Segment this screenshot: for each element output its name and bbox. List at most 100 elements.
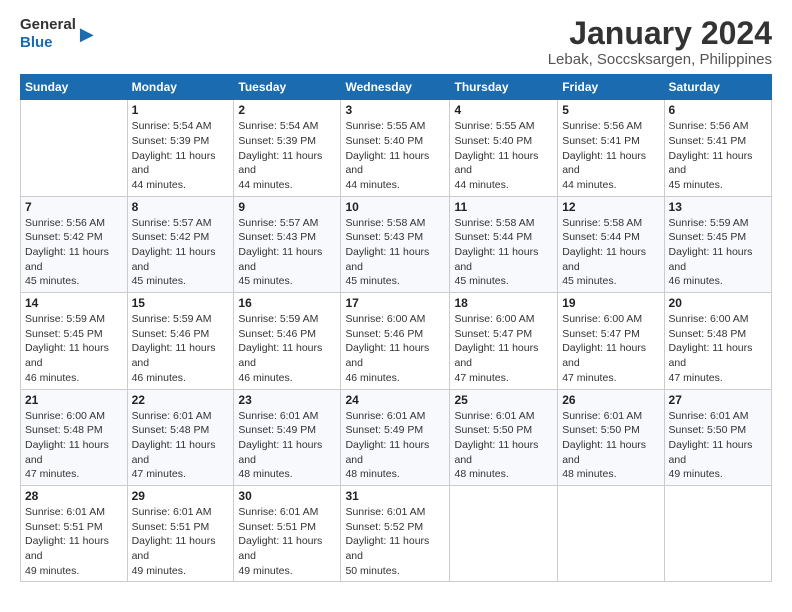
day-number: 24 (345, 393, 445, 407)
day-info: Sunrise: 6:01 AMSunset: 5:50 PMDaylight:… (562, 409, 659, 482)
calendar-cell: 6 Sunrise: 5:56 AMSunset: 5:41 PMDaylight… (664, 100, 771, 196)
day-number: 13 (669, 200, 767, 214)
day-info: Sunrise: 5:59 AMSunset: 5:45 PMDaylight:… (25, 312, 123, 385)
logo: General Blue ▶ (20, 16, 94, 52)
calendar-week-4: 21Sunrise: 6:00 AMSunset: 5:48 PMDayligh… (21, 389, 772, 485)
day-number: 18 (454, 296, 553, 310)
day-number: 7 (25, 200, 123, 214)
day-number: 8 (132, 200, 230, 214)
day-number: 22 (132, 393, 230, 407)
day-number: 3 (345, 103, 445, 117)
day-number: 9 (238, 200, 336, 214)
day-info: Sunrise: 5:56 AMSunset: 5:41 PMDaylight:… (562, 119, 659, 192)
calendar-cell: 31 Sunrise: 6:01 AMSunset: 5:52 PMDayligh… (341, 485, 450, 581)
calendar-cell: 2 Sunrise: 5:54 AMSunset: 5:39 PMDaylight… (234, 100, 341, 196)
calendar-cell: 18 Sunrise: 6:00 AMSunset: 5:47 PMDayligh… (450, 293, 558, 389)
calendar-cell (558, 485, 664, 581)
day-number: 14 (25, 296, 123, 310)
day-info: Sunrise: 6:01 AMSunset: 5:49 PMDaylight:… (238, 409, 336, 482)
calendar-cell: 7 Sunrise: 5:56 AMSunset: 5:42 PMDaylight… (21, 196, 128, 292)
day-number: 5 (562, 103, 659, 117)
day-info: Sunrise: 5:55 AMSunset: 5:40 PMDaylight:… (345, 119, 445, 192)
calendar-table: SundayMondayTuesdayWednesdayThursdayFrid… (20, 74, 772, 582)
title-section: January 2024 Lebak, Soccsksargen, Philip… (548, 16, 772, 68)
day-info: Sunrise: 5:59 AMSunset: 5:45 PMDaylight:… (669, 216, 767, 289)
day-info: Sunrise: 6:01 AMSunset: 5:52 PMDaylight:… (345, 505, 445, 578)
page-title: January 2024 (548, 16, 772, 51)
calendar-cell: 26 Sunrise: 6:01 AMSunset: 5:50 PMDayligh… (558, 389, 664, 485)
day-number: 2 (238, 103, 336, 117)
calendar-cell: 4 Sunrise: 5:55 AMSunset: 5:40 PMDaylight… (450, 100, 558, 196)
calendar-cell (664, 485, 771, 581)
day-number: 15 (132, 296, 230, 310)
day-info: Sunrise: 5:56 AMSunset: 5:41 PMDaylight:… (669, 119, 767, 192)
day-info: Sunrise: 6:01 AMSunset: 5:51 PMDaylight:… (25, 505, 123, 578)
day-number: 30 (238, 489, 336, 503)
header-monday: Monday (127, 75, 234, 100)
calendar-cell: 1 Sunrise: 5:54 AMSunset: 5:39 PMDaylight… (127, 100, 234, 196)
day-info: Sunrise: 6:01 AMSunset: 5:50 PMDaylight:… (669, 409, 767, 482)
calendar-cell: 13 Sunrise: 5:59 AMSunset: 5:45 PMDayligh… (664, 196, 771, 292)
day-info: Sunrise: 6:01 AMSunset: 5:49 PMDaylight:… (345, 409, 445, 482)
calendar-week-3: 14 Sunrise: 5:59 AMSunset: 5:45 PMDayligh… (21, 293, 772, 389)
day-info: Sunrise: 5:58 AMSunset: 5:43 PMDaylight:… (345, 216, 445, 289)
calendar-week-5: 28Sunrise: 6:01 AMSunset: 5:51 PMDayligh… (21, 485, 772, 581)
calendar-cell: 3 Sunrise: 5:55 AMSunset: 5:40 PMDaylight… (341, 100, 450, 196)
calendar-cell: 5 Sunrise: 5:56 AMSunset: 5:41 PMDaylight… (558, 100, 664, 196)
calendar-page: General Blue ▶ January 2024 Lebak, Soccs… (0, 0, 792, 612)
calendar-cell: 22 Sunrise: 6:01 AMSunset: 5:48 PMDayligh… (127, 389, 234, 485)
day-info: Sunrise: 5:56 AMSunset: 5:42 PMDaylight:… (25, 216, 123, 289)
day-number: 23 (238, 393, 336, 407)
calendar-cell: 16 Sunrise: 5:59 AMSunset: 5:46 PMDayligh… (234, 293, 341, 389)
day-number: 16 (238, 296, 336, 310)
day-info: Sunrise: 5:55 AMSunset: 5:40 PMDaylight:… (454, 119, 553, 192)
day-number: 12 (562, 200, 659, 214)
calendar-cell: 25 Sunrise: 6:01 AMSunset: 5:50 PMDayligh… (450, 389, 558, 485)
day-number: 26 (562, 393, 659, 407)
calendar-cell: 30 Sunrise: 6:01 AMSunset: 5:51 PMDayligh… (234, 485, 341, 581)
day-info: Sunrise: 6:01 AMSunset: 5:51 PMDaylight:… (132, 505, 230, 578)
day-number: 29 (132, 489, 230, 503)
day-number: 31 (345, 489, 445, 503)
day-info: Sunrise: 6:00 AMSunset: 5:47 PMDaylight:… (562, 312, 659, 385)
day-number: 25 (454, 393, 553, 407)
calendar-cell: 28Sunrise: 6:01 AMSunset: 5:51 PMDayligh… (21, 485, 128, 581)
day-info: Sunrise: 5:57 AMSunset: 5:43 PMDaylight:… (238, 216, 336, 289)
logo-general: General (20, 16, 76, 33)
day-info: Sunrise: 6:00 AMSunset: 5:48 PMDaylight:… (669, 312, 767, 385)
day-info: Sunrise: 5:54 AMSunset: 5:39 PMDaylight:… (238, 119, 336, 192)
header-friday: Friday (558, 75, 664, 100)
day-info: Sunrise: 5:59 AMSunset: 5:46 PMDaylight:… (238, 312, 336, 385)
calendar-cell: 10 Sunrise: 5:58 AMSunset: 5:43 PMDayligh… (341, 196, 450, 292)
day-info: Sunrise: 6:00 AMSunset: 5:46 PMDaylight:… (345, 312, 445, 385)
header-sunday: Sunday (21, 75, 128, 100)
day-number: 1 (132, 103, 230, 117)
day-info: Sunrise: 6:01 AMSunset: 5:48 PMDaylight:… (132, 409, 230, 482)
logo-blue: Blue (20, 34, 53, 51)
calendar-cell: 14 Sunrise: 5:59 AMSunset: 5:45 PMDayligh… (21, 293, 128, 389)
calendar-week-1: 1 Sunrise: 5:54 AMSunset: 5:39 PMDaylight… (21, 100, 772, 196)
day-number: 17 (345, 296, 445, 310)
day-number: 4 (454, 103, 553, 117)
calendar-cell: 24 Sunrise: 6:01 AMSunset: 5:49 PMDayligh… (341, 389, 450, 485)
day-info: Sunrise: 5:58 AMSunset: 5:44 PMDaylight:… (454, 216, 553, 289)
calendar-cell (450, 485, 558, 581)
day-number: 10 (345, 200, 445, 214)
header: General Blue ▶ January 2024 Lebak, Soccs… (20, 16, 772, 68)
day-info: Sunrise: 6:01 AMSunset: 5:50 PMDaylight:… (454, 409, 553, 482)
header-tuesday: Tuesday (234, 75, 341, 100)
calendar-cell: 9 Sunrise: 5:57 AMSunset: 5:43 PMDaylight… (234, 196, 341, 292)
bird-icon: ▶ (80, 24, 94, 45)
day-number: 19 (562, 296, 659, 310)
calendar-cell: 12Sunrise: 5:58 AMSunset: 5:44 PMDayligh… (558, 196, 664, 292)
day-info: Sunrise: 5:54 AMSunset: 5:39 PMDaylight:… (132, 119, 230, 192)
calendar-cell: 21Sunrise: 6:00 AMSunset: 5:48 PMDayligh… (21, 389, 128, 485)
calendar-cell (21, 100, 128, 196)
day-info: Sunrise: 6:01 AMSunset: 5:51 PMDaylight:… (238, 505, 336, 578)
header-saturday: Saturday (664, 75, 771, 100)
day-info: Sunrise: 6:00 AMSunset: 5:47 PMDaylight:… (454, 312, 553, 385)
calendar-cell: 15Sunrise: 5:59 AMSunset: 5:46 PMDayligh… (127, 293, 234, 389)
day-number: 27 (669, 393, 767, 407)
day-number: 6 (669, 103, 767, 117)
day-info: Sunrise: 5:57 AMSunset: 5:42 PMDaylight:… (132, 216, 230, 289)
